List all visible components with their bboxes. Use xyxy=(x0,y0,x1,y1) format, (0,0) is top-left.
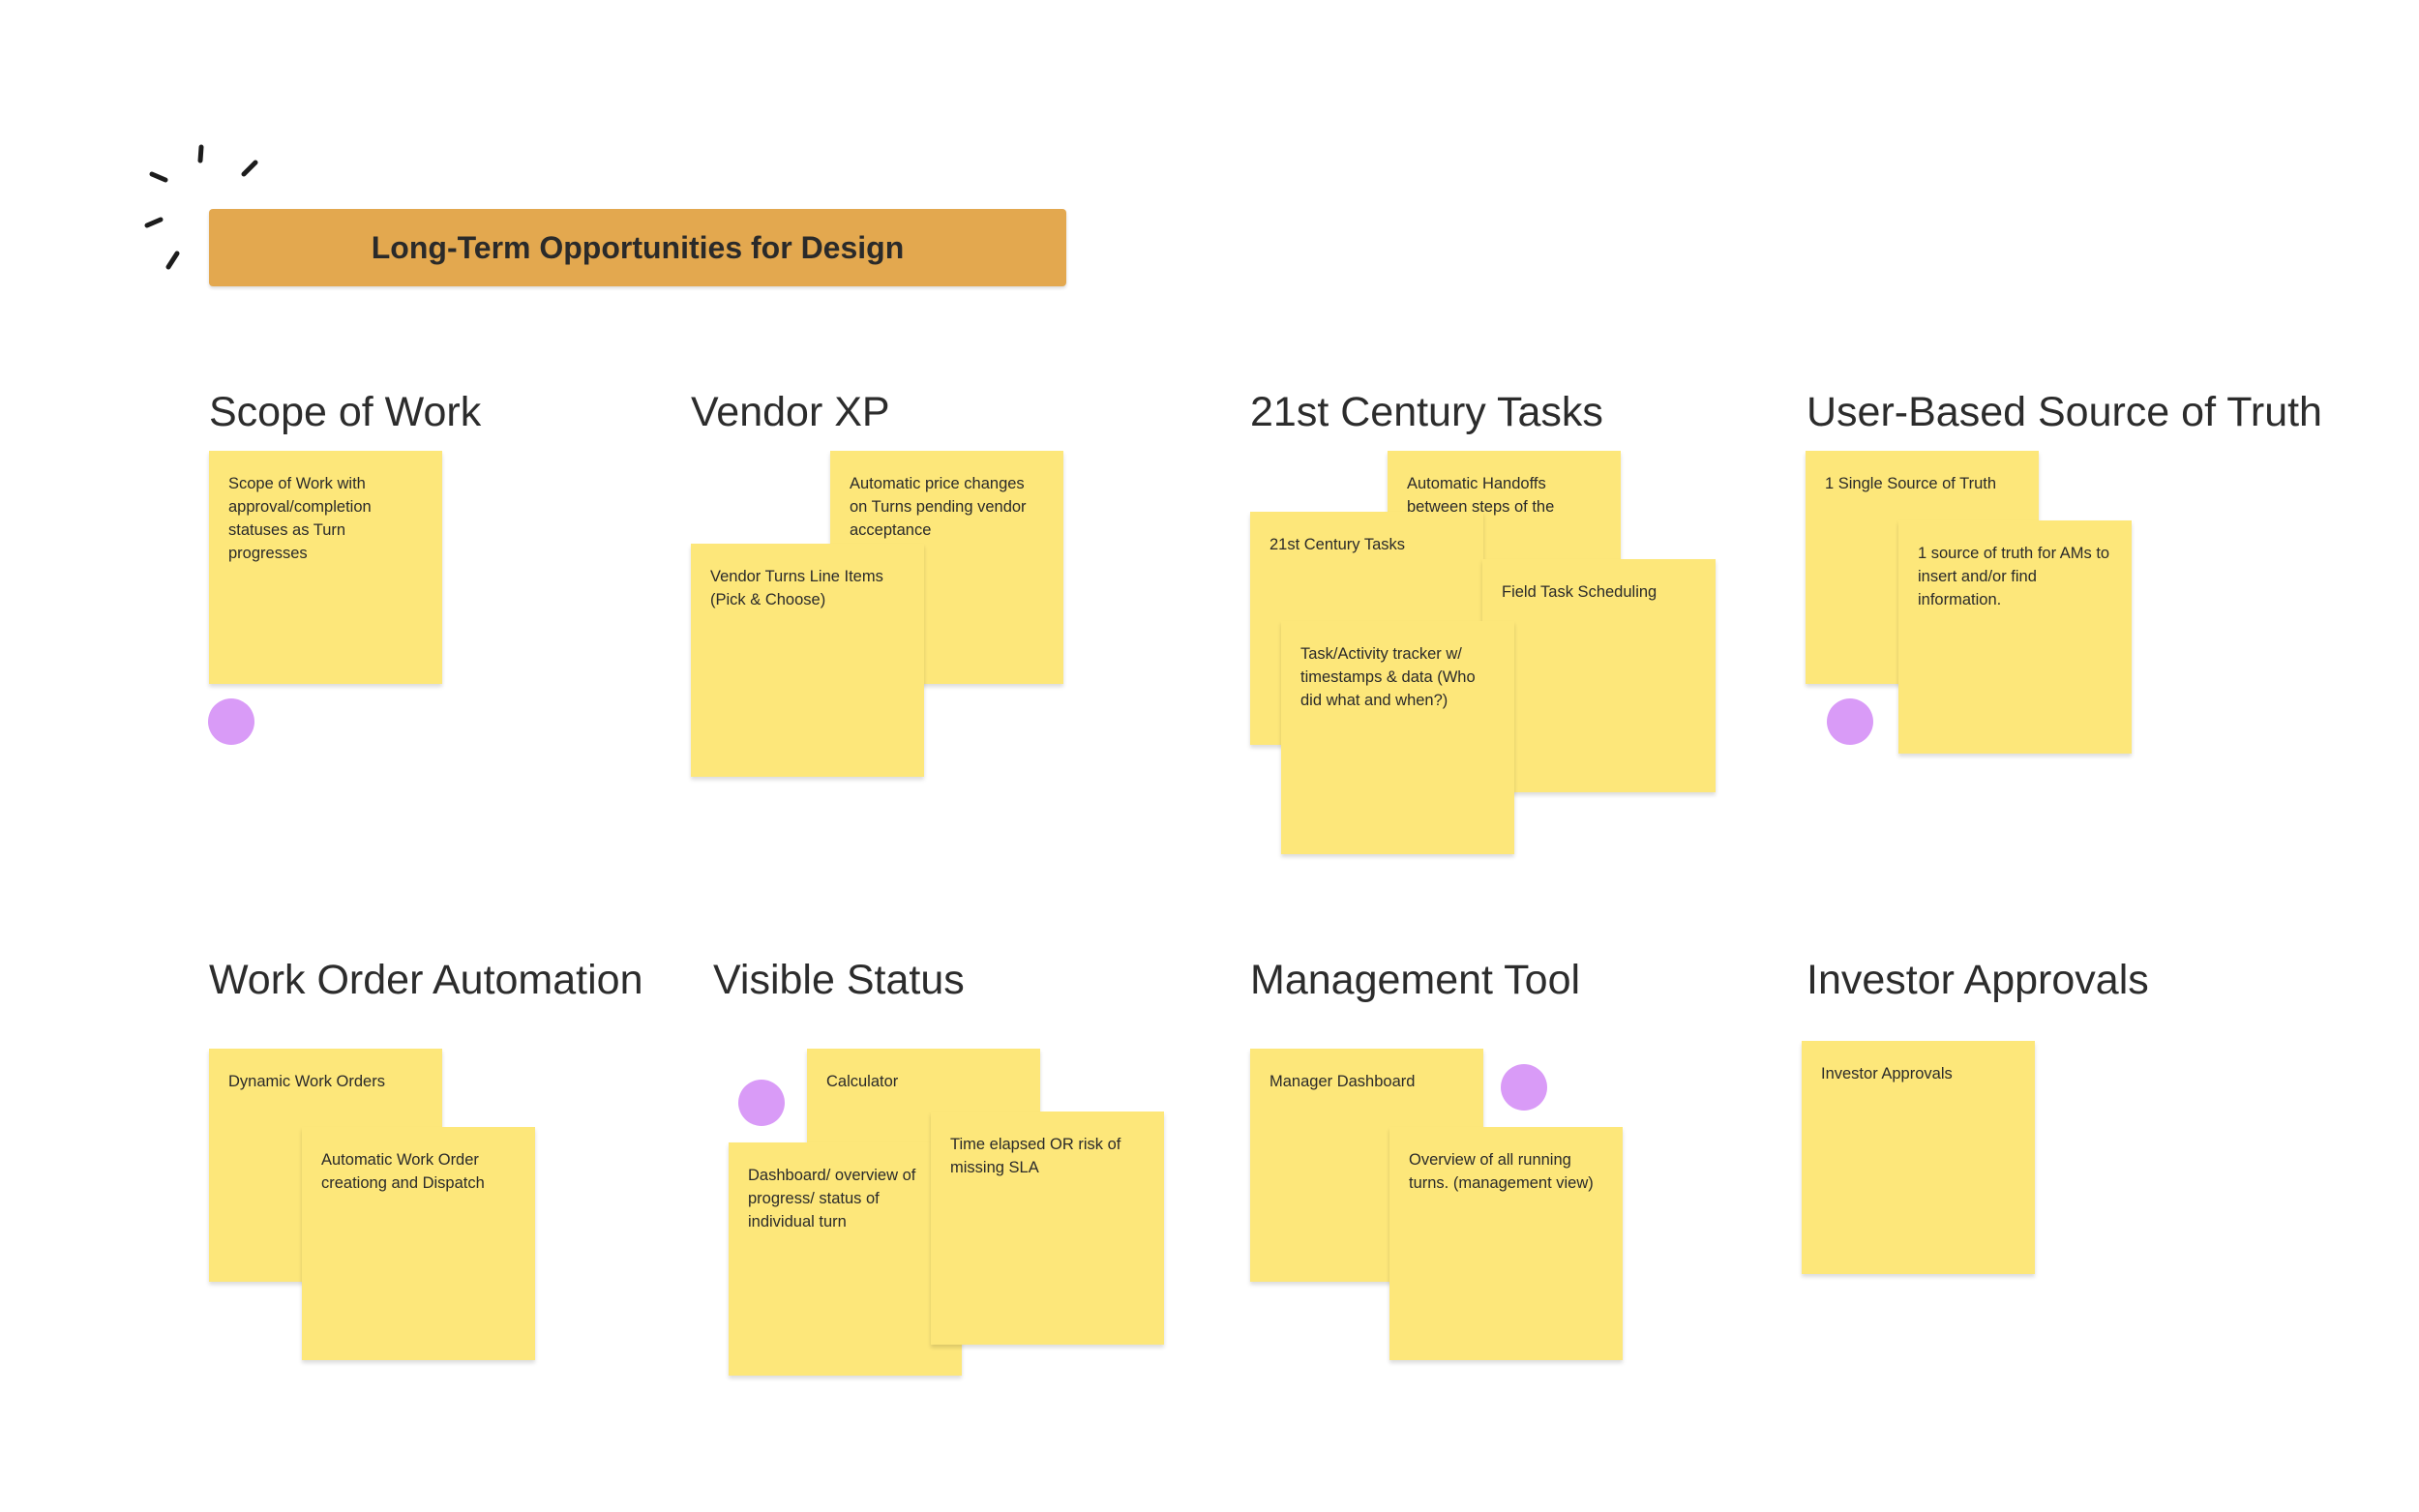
section-title-user-based-source-of-truth: User-Based Source of Truth xyxy=(1807,389,2322,435)
user-cursor-dot xyxy=(1827,698,1873,745)
section-title-work-order-automation: Work Order Automation xyxy=(209,957,643,1003)
sticky-note[interactable]: Vendor Turns Line Items (Pick & Choose) xyxy=(691,544,924,777)
sticky-note[interactable]: Dashboard/ overview of progress/ status … xyxy=(729,1142,962,1376)
sticky-note[interactable]: Overview of all running turns. (manageme… xyxy=(1389,1127,1623,1360)
user-cursor-dot xyxy=(1501,1064,1547,1111)
sticky-note[interactable]: 1 source of truth for AMs to insert and/… xyxy=(1898,520,2132,754)
sticky-note[interactable]: Scope of Work with approval/completion s… xyxy=(209,451,442,684)
section-title-vendor-xp: Vendor XP xyxy=(691,389,890,435)
sticky-note[interactable]: Investor Approvals xyxy=(1802,1041,2035,1274)
user-cursor-dot xyxy=(208,698,254,745)
board-title-banner[interactable]: Long-Term Opportunities for Design xyxy=(209,209,1066,286)
section-title-visible-status: Visible Status xyxy=(713,957,965,1003)
section-title-investor-approvals: Investor Approvals xyxy=(1807,957,2149,1003)
sticky-note[interactable]: Time elapsed OR risk of missing SLA xyxy=(931,1112,1164,1345)
sticky-note[interactable]: Field Task Scheduling xyxy=(1482,559,1716,792)
user-cursor-dot xyxy=(738,1080,785,1126)
sticky-note[interactable]: Automatic Work Order creationg and Dispa… xyxy=(302,1127,535,1360)
section-title-scope-of-work: Scope of Work xyxy=(209,389,482,435)
whiteboard-canvas[interactable]: Long-Term Opportunities for Design Scope… xyxy=(0,0,2419,1512)
section-title-management-tool: Management Tool xyxy=(1250,957,1581,1003)
sticky-note[interactable]: Task/Activity tracker w/ timestamps & da… xyxy=(1281,621,1514,854)
section-title-21st-century-tasks: 21st Century Tasks xyxy=(1250,389,1603,435)
